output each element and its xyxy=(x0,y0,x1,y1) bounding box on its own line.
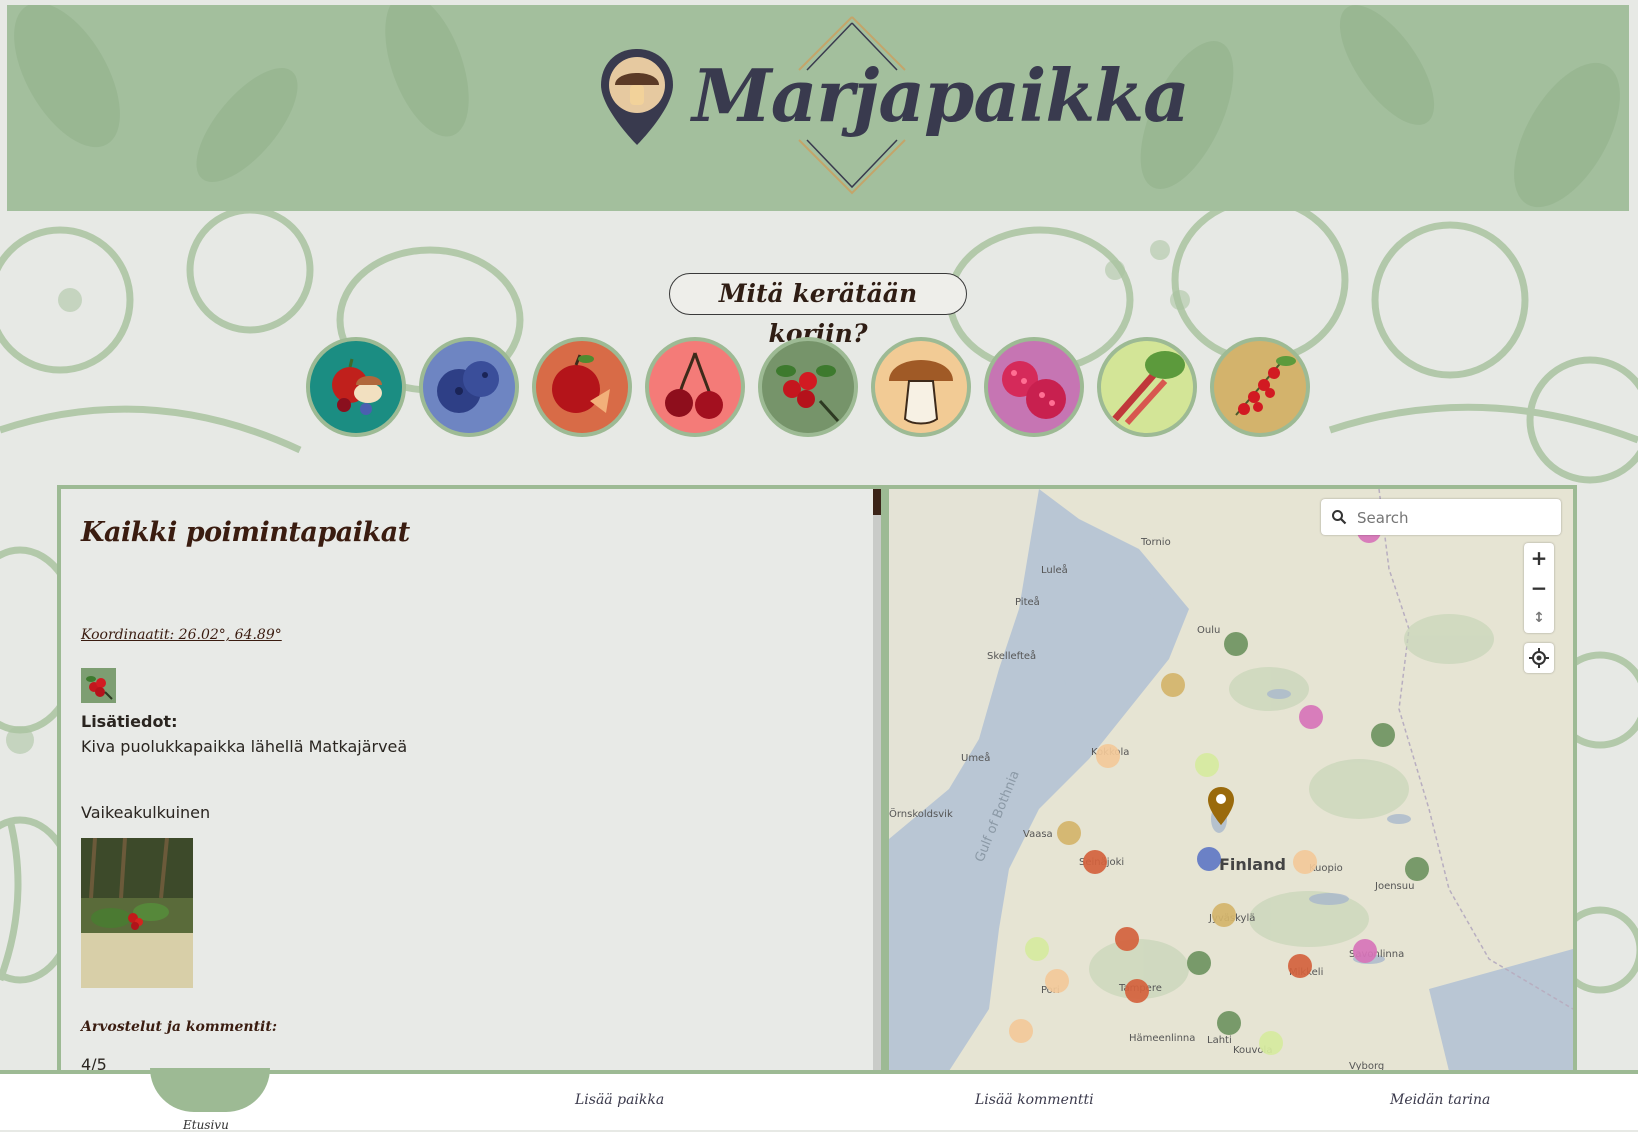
nav-add-place[interactable]: Lisää paikka xyxy=(575,1092,664,1108)
redcurrant-icon xyxy=(1235,356,1296,416)
map-marker[interactable] xyxy=(1187,951,1211,975)
category-cherry-button[interactable] xyxy=(645,337,745,437)
map-marker[interactable] xyxy=(1293,850,1317,874)
map-marker[interactable] xyxy=(1025,937,1049,961)
map-base-layer xyxy=(889,489,1573,1071)
map-marker[interactable] xyxy=(1217,1011,1241,1035)
list-title: Kaikki poimintapaikat xyxy=(81,517,410,548)
lingonberry-icon xyxy=(776,365,840,423)
nav-active-tab-indicator[interactable] xyxy=(150,1068,270,1112)
map-label-hameenlinna: Hämeenlinna xyxy=(1129,1033,1196,1044)
brand-name: Marjapaikka xyxy=(692,53,1190,138)
category-rhubarb-button[interactable] xyxy=(1097,337,1197,437)
map-marker[interactable] xyxy=(1197,847,1221,871)
coordinates-link[interactable]: Koordinaatit: 26.02°, 64.89° xyxy=(81,627,282,643)
locate-me-button[interactable] xyxy=(1524,643,1554,673)
additional-info-label: Lisätiedot: xyxy=(81,712,178,731)
locate-icon xyxy=(1529,648,1549,668)
mushroom-pin-icon xyxy=(601,49,673,145)
map-marker[interactable] xyxy=(1083,850,1107,874)
additional-info-text: Kiva puolukkapaikka lähellä Matkajärveä xyxy=(81,737,408,756)
category-mushroom-button[interactable] xyxy=(871,337,971,437)
mushroom-icon xyxy=(889,360,953,425)
map-marker[interactable] xyxy=(1288,954,1312,978)
category-blueberry-button[interactable] xyxy=(419,337,519,437)
category-apple-button[interactable] xyxy=(532,337,632,437)
map-marker[interactable] xyxy=(1161,673,1185,697)
map-marker[interactable] xyxy=(1125,979,1149,1003)
selected-location-pin-icon[interactable] xyxy=(1207,786,1235,826)
category-redcurrant-button[interactable] xyxy=(1210,337,1310,437)
nav-home[interactable]: Etusivu xyxy=(183,1118,229,1132)
place-berry-badge xyxy=(81,668,116,703)
map-zoom-controls: + − ↕ xyxy=(1524,543,1554,633)
map-label-pitea: Piteå xyxy=(1015,597,1040,608)
bottom-navigation: Etusivu Lisää paikka Lisää kommentti Mei… xyxy=(0,1068,1638,1132)
map-search-box[interactable] xyxy=(1321,499,1561,537)
map-label-country: Finland xyxy=(1219,855,1286,874)
place-photo[interactable] xyxy=(81,837,193,988)
rhubarb-icon xyxy=(1112,351,1185,426)
blueberry-icon xyxy=(437,361,499,413)
list-scrollbar[interactable] xyxy=(873,489,881,1071)
rating-value: 4/5 xyxy=(81,1055,107,1071)
map-label-vaasa: Vaasa xyxy=(1023,829,1053,840)
main-panel: Kaikki poimintapaikat Koordinaatit: 26.0… xyxy=(57,485,1577,1075)
scrollbar-thumb[interactable] xyxy=(873,489,881,515)
map-label-lulea: Luleå xyxy=(1041,565,1068,576)
map-marker[interactable] xyxy=(1212,903,1236,927)
map-label-tornio: Tornio xyxy=(1141,537,1171,548)
lingonberry-icon xyxy=(86,676,113,700)
difficulty-text: Vaikeakulkuinen xyxy=(81,803,211,822)
category-lingonberry-button[interactable] xyxy=(758,337,858,437)
category-all-button[interactable] xyxy=(306,337,406,437)
map-label-oulu: Oulu xyxy=(1197,625,1221,636)
map-label-lahti: Lahti xyxy=(1207,1035,1232,1046)
site-logo[interactable]: Marjapaikka xyxy=(597,15,1190,195)
map-label-ornskoldsvik: Örnskoldsvik xyxy=(889,809,953,820)
nav-our-story[interactable]: Meidän tarina xyxy=(1390,1092,1490,1108)
map-label-skelleftea: Skellefteå xyxy=(987,651,1037,662)
category-filter-list xyxy=(306,337,1356,437)
map-marker[interactable] xyxy=(1299,705,1323,729)
raspberry-icon xyxy=(1002,361,1066,419)
map-marker[interactable] xyxy=(1224,632,1248,656)
map-marker[interactable] xyxy=(1195,753,1219,777)
category-raspberry-button[interactable] xyxy=(984,337,1084,437)
map-marker[interactable] xyxy=(1405,857,1429,881)
nav-add-comment[interactable]: Lisää kommentti xyxy=(975,1092,1094,1108)
zoom-out-button[interactable]: − xyxy=(1524,573,1554,603)
map-label-umea: Umeå xyxy=(961,753,991,764)
categories-heading: Mitä kerätään koriin? xyxy=(669,273,967,348)
search-icon xyxy=(1332,510,1347,525)
map-marker[interactable] xyxy=(1009,1019,1033,1043)
site-header: Marjapaikka xyxy=(7,5,1629,211)
reviews-label: Arvostelut ja kommentit: xyxy=(81,1019,277,1035)
map-marker[interactable] xyxy=(1115,927,1139,951)
map-marker[interactable] xyxy=(1353,939,1377,963)
compass-button[interactable]: ↕ xyxy=(1524,603,1554,633)
map-view[interactable]: Tornio Luleå Piteå Skellefteå Oulu Umeå … xyxy=(889,489,1573,1071)
map-marker[interactable] xyxy=(1371,723,1395,747)
apple-icon xyxy=(552,354,610,413)
map-marker[interactable] xyxy=(1096,744,1120,768)
map-marker[interactable] xyxy=(1259,1031,1283,1055)
map-label-joensuu: Joensuu xyxy=(1375,881,1415,892)
map-search-input[interactable] xyxy=(1355,499,1559,537)
place-list[interactable]: Kaikki poimintapaikat Koordinaatit: 26.0… xyxy=(61,489,873,1071)
zoom-in-button[interactable]: + xyxy=(1524,543,1554,573)
map-marker[interactable] xyxy=(1057,821,1081,845)
cherry-icon xyxy=(665,352,723,419)
map-marker[interactable] xyxy=(1045,969,1069,993)
mixed-fruit-icon xyxy=(332,358,382,415)
